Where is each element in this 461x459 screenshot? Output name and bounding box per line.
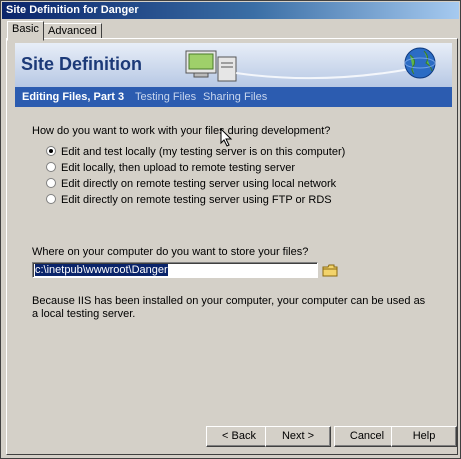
radio-button[interactable] — [46, 146, 56, 156]
tab-basic[interactable]: Basic — [7, 21, 44, 41]
location-input[interactable]: c:\inetpub\wwwroot\Danger — [32, 262, 318, 278]
next-button[interactable]: Next > — [265, 426, 331, 447]
option-label: Edit and test locally (my testing server… — [61, 146, 346, 158]
radio-button[interactable] — [46, 162, 56, 172]
radio-button[interactable] — [46, 194, 56, 204]
back-button[interactable]: < Back — [206, 426, 272, 447]
title-bar: Site Definition for Danger — [2, 2, 459, 19]
tab-panel: Site Definition Editing Files, Part 3 Te… — [6, 38, 458, 455]
help-button[interactable]: Help — [391, 426, 457, 447]
step-testing-files: Testing Files — [135, 91, 197, 103]
step-sharing-files: Sharing Files — [203, 91, 268, 103]
banner-title: Site Definition — [21, 54, 142, 74]
window-title: Site Definition for Danger — [6, 4, 139, 16]
wizard-step-bar: Editing Files, Part 3 Testing Files Shar… — [15, 87, 452, 107]
option-label: Edit directly on remote testing server u… — [61, 178, 337, 190]
iis-note: Because IIS has been installed on your c… — [32, 295, 426, 320]
location-input-value: c:\inetpub\wwwroot\Danger — [35, 264, 168, 276]
globe-icon — [404, 47, 436, 79]
wizard-content: Site Definition Editing Files, Part 3 Te… — [15, 43, 452, 414]
tab-advanced[interactable]: Advanced — [43, 23, 102, 39]
banner-illustration — [185, 47, 436, 82]
site-definition-dialog: Site Definition for Danger Basic Advance… — [0, 0, 461, 459]
computer-icon — [185, 50, 237, 82]
step-editing-files: Editing Files, Part 3 — [22, 91, 125, 103]
option-label: Edit directly on remote testing server u… — [61, 194, 332, 206]
location-label: Where on your computer do you want to st… — [32, 246, 309, 258]
radio-button[interactable] — [46, 178, 56, 188]
mouse-cursor-icon — [220, 128, 233, 147]
development-question: How do you want to work with your files … — [32, 125, 331, 137]
wizard-banner: Site Definition — [15, 43, 452, 87]
option-label: Edit locally, then upload to remote test… — [61, 162, 295, 174]
folder-icon[interactable] — [322, 263, 338, 277]
